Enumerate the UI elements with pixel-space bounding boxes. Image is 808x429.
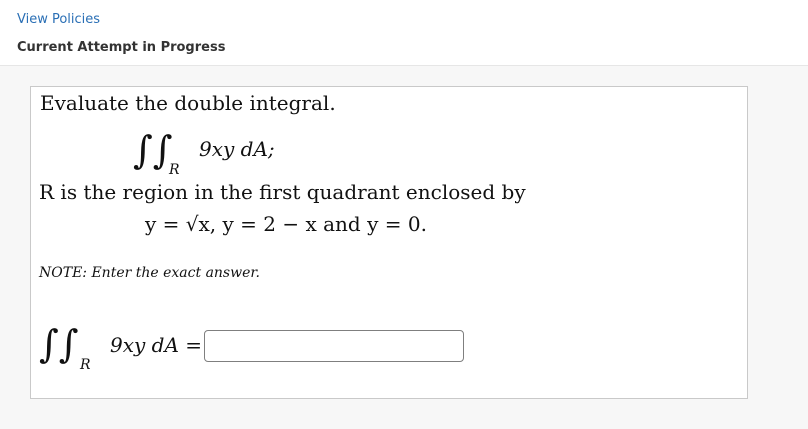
note-text: NOTE: Enter the exact answer. xyxy=(39,265,260,281)
question-box: Evaluate the double integral. ∫∫ R 9xy d… xyxy=(30,86,748,399)
region-bounds: y = √x, y = 2 − x and y = 0. xyxy=(145,212,427,236)
question-prompt: Evaluate the double integral. xyxy=(40,91,336,115)
double-integral-sign: ∫∫ xyxy=(133,128,173,172)
answer-input[interactable] xyxy=(204,330,464,362)
answer-double-integral-sign: ∫∫ xyxy=(39,322,79,366)
page: View Policies Current Attempt in Progres… xyxy=(0,0,808,429)
view-policies-link[interactable]: View Policies xyxy=(17,12,100,27)
page-header: View Policies Current Attempt in Progres… xyxy=(0,0,808,66)
integrand: 9xy dA; xyxy=(199,137,275,161)
answer-region-subscript: R xyxy=(80,357,91,373)
header-divider xyxy=(0,65,808,66)
region-description: R is the region in the first quadrant en… xyxy=(39,180,526,204)
attempt-status: Current Attempt in Progress xyxy=(17,40,226,55)
integral-region-subscript: R xyxy=(169,162,180,178)
answer-lhs: 9xy dA = xyxy=(110,333,203,357)
